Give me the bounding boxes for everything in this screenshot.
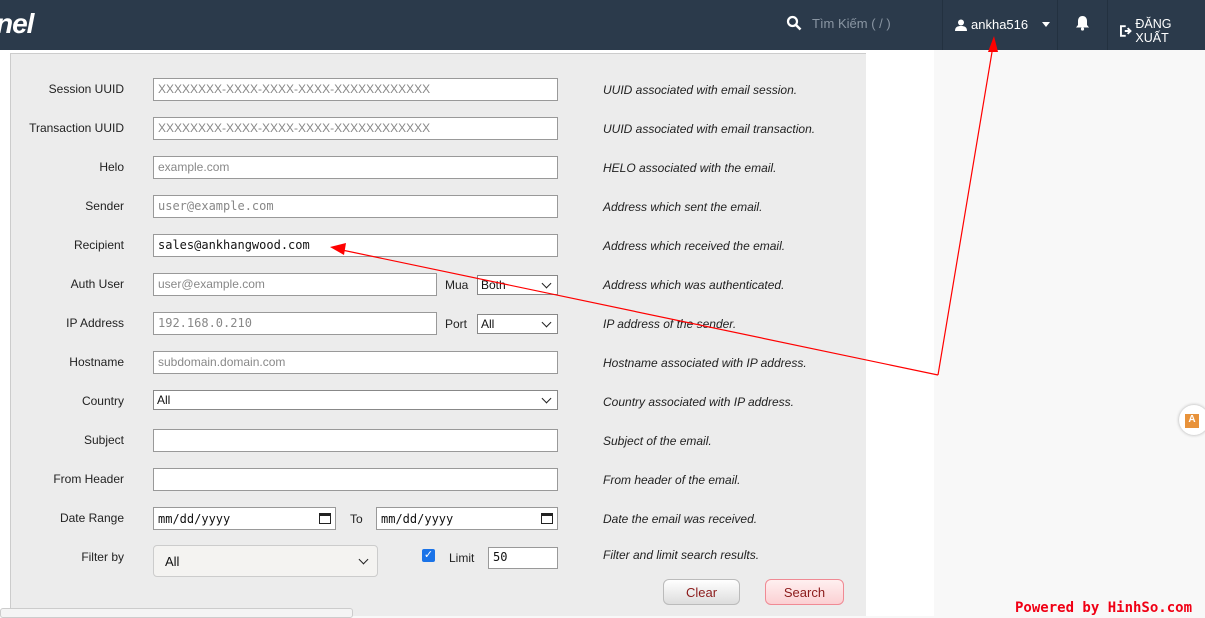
annotation-arrowhead	[330, 243, 346, 255]
annotation-arrowhead	[988, 36, 998, 52]
annotation-arrow-line	[341, 249, 939, 376]
annotation-overlay	[330, 36, 998, 376]
annotation-arrow-line	[937, 45, 994, 376]
watermark: Powered by HinhSo.com	[1015, 600, 1193, 616]
